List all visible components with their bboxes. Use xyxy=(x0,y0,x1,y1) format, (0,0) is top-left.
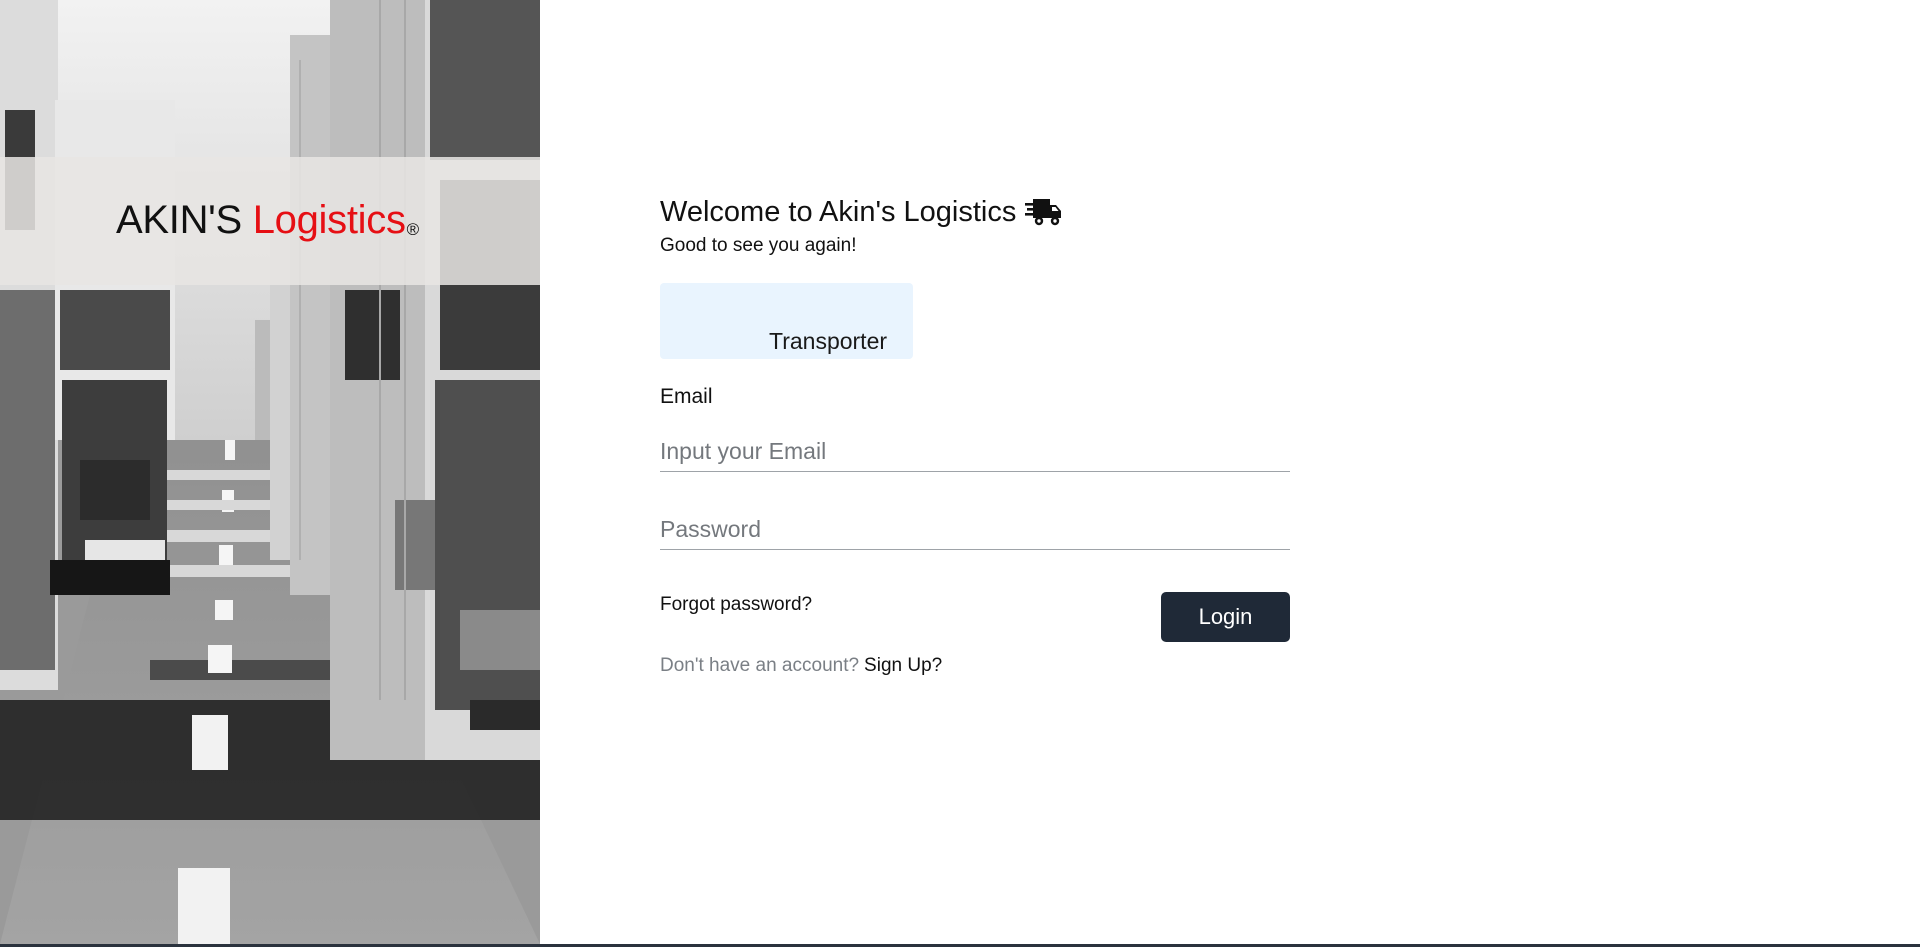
signup-prompt: Don't have an account? Sign Up? xyxy=(660,655,942,677)
password-input[interactable] xyxy=(660,510,1290,550)
forgot-password-link[interactable]: Forgot password? xyxy=(660,594,812,616)
role-tab-transporter[interactable]: Transporter xyxy=(660,283,913,359)
brand-name-prefix: AKIN'S xyxy=(116,198,242,242)
registered-mark: ® xyxy=(406,220,420,239)
signup-link[interactable]: Sign Up? xyxy=(864,655,942,676)
role-tab-label: Transporter xyxy=(769,328,888,354)
welcome-subtitle: Good to see you again! xyxy=(660,235,857,256)
login-button[interactable]: Login xyxy=(1161,592,1290,642)
brand-name-highlight: Logistics xyxy=(252,198,406,242)
email-label: Email xyxy=(660,385,713,408)
shipping-fast-truck-icon xyxy=(1025,198,1063,228)
no-account-text: Don't have an account? xyxy=(660,655,860,676)
trucks-road-photo xyxy=(0,0,540,944)
login-page: AKIN'S Logistics® Welcome to Akin's Logi… xyxy=(0,0,1920,944)
welcome-heading: Welcome to Akin's Logistics xyxy=(660,196,1063,229)
welcome-title: Welcome to Akin's Logistics xyxy=(660,196,1017,228)
email-input[interactable] xyxy=(660,432,1290,472)
brand-logo: AKIN'S Logistics® xyxy=(116,198,419,243)
hero-image-panel: AKIN'S Logistics® xyxy=(0,0,540,944)
